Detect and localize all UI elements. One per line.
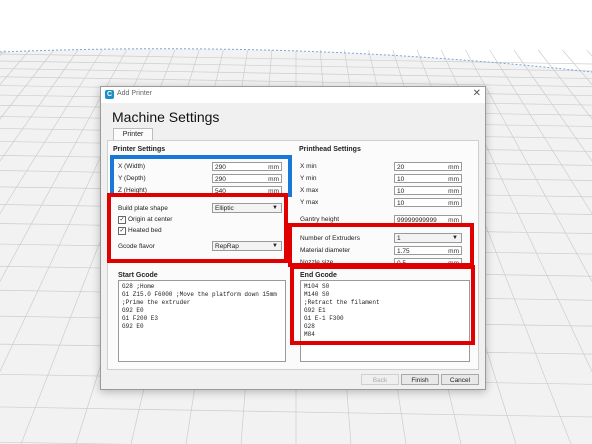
y-min-field[interactable]: 10 mm [394,174,462,183]
y-min-label: Y min [300,175,317,182]
start-gcode-editor[interactable]: G28 ;Home G1 Z15.0 F6000 ;Move the platf… [118,280,286,362]
x-min-label: X min [300,163,317,170]
build-plate-highlight-box [107,193,288,263]
y-max-label: Y max [300,199,319,206]
x-max-unit: mm [448,188,459,195]
x-max-field[interactable]: 10 mm [394,186,462,195]
page-title: Machine Settings [112,109,220,125]
x-max-label: X max [300,187,319,194]
y-min-unit: mm [448,176,459,183]
back-button[interactable]: Back [361,374,399,385]
cancel-button[interactable]: Cancel [441,374,479,385]
close-icon[interactable]: ✕ [473,88,481,99]
extruder-highlight-box [288,223,474,267]
x-min-value: 20 [397,164,405,171]
y-max-unit: mm [448,200,459,207]
y-max-field[interactable]: 10 mm [394,198,462,207]
start-gcode-title: Start Gcode [118,272,158,279]
gantry-height-label: Gantry height [300,216,340,223]
printhead-settings-title: Printhead Settings [299,146,361,153]
x-min-unit: mm [448,164,459,171]
x-max-value: 10 [397,188,405,195]
y-min-value: 10 [397,176,405,183]
y-max-value: 10 [397,200,405,207]
window-title: Add Printer [117,90,153,97]
x-min-field[interactable]: 20 mm [394,162,462,171]
dialog-titlebar: C Add Printer ✕ [101,87,485,103]
end-gcode-highlight-box [290,265,475,345]
finish-button[interactable]: Finish [401,374,439,385]
dimensions-highlight-box [110,155,292,197]
printer-settings-title: Printer Settings [113,146,166,153]
cura-app-icon: C [105,90,114,99]
